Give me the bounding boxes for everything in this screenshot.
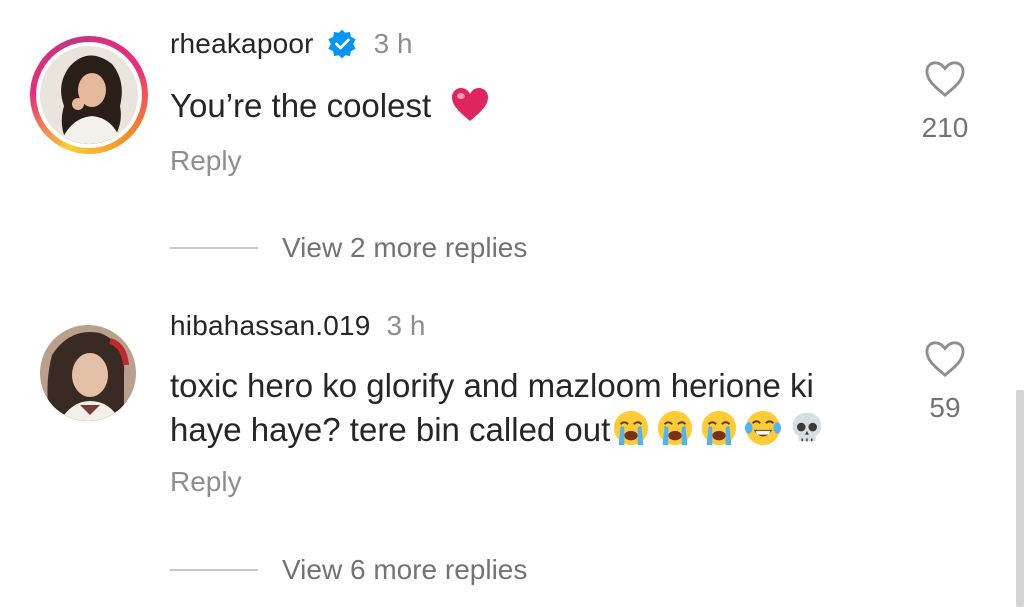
like-section: 59: [910, 340, 980, 424]
scrollbar[interactable]: [1016, 390, 1024, 607]
comment-text: toxic hero ko glorify and mazloom herion…: [170, 364, 826, 452]
view-replies-button[interactable]: View 2 more replies: [170, 232, 527, 264]
avatar[interactable]: [40, 325, 136, 421]
reply-button[interactable]: Reply: [170, 145, 242, 177]
username[interactable]: rheakapoor: [170, 28, 314, 60]
avatar: [40, 46, 138, 144]
tears-of-joy-face-emoji-icon: [745, 410, 782, 446]
username[interactable]: hibahassan.019: [170, 310, 371, 342]
timestamp: 3 h: [373, 28, 413, 59]
comment-text-line: toxic hero ko glorify and mazloom herion…: [170, 367, 814, 404]
like-count: 59: [929, 392, 961, 423]
divider-line: [170, 247, 258, 249]
comment-text-content: haye haye? tere bin called out: [170, 411, 611, 448]
view-replies-label: View 6 more replies: [282, 554, 528, 585]
reply-button[interactable]: Reply: [170, 466, 242, 498]
loudly-crying-face-emoji-icon: [614, 410, 649, 446]
view-replies-button[interactable]: View 6 more replies: [170, 554, 527, 586]
comment-text-line-2: haye haye? tere bin called out: [170, 408, 826, 452]
loudly-crying-face-emoji-icon: [658, 410, 693, 446]
skull-emoji-icon: [793, 412, 822, 442]
heart-outline-icon[interactable]: [924, 340, 966, 378]
timestamp: 3 h: [386, 310, 426, 341]
like-count: 210: [921, 112, 969, 143]
comment-header: hibahassan.019 3 h: [170, 310, 425, 342]
red-heart-emoji-icon: [452, 88, 489, 121]
divider-line: [170, 569, 258, 571]
like-section: 210: [910, 60, 980, 144]
comment-text-content: You’re the coolest: [170, 87, 432, 124]
comment-text: You’re the coolest: [170, 84, 490, 128]
loudly-crying-face-emoji-icon: [702, 410, 737, 446]
comment-header: rheakapoor 3 h: [170, 28, 413, 60]
heart-outline-icon[interactable]: [924, 60, 966, 98]
avatar-story-ring[interactable]: [30, 36, 148, 154]
view-replies-label: View 2 more replies: [282, 232, 528, 263]
verified-badge-icon: [328, 29, 356, 59]
